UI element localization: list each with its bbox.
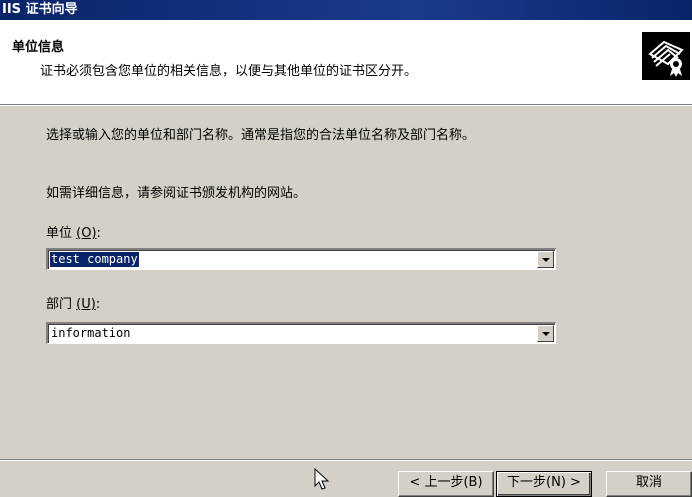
organization-value: test company [50, 252, 139, 267]
window-title: IIS 证书向导 [2, 2, 78, 17]
title-bar[interactable]: IIS 证书向导 [0, 0, 692, 20]
mouse-cursor-icon [314, 468, 330, 490]
department-label-text: 部门 [46, 297, 73, 312]
instruction-text: 选择或输入您的单位和部门名称。通常是指您的合法单位名称及部门名称。 [46, 128, 476, 143]
department-value: information [51, 326, 131, 340]
department-combobox[interactable]: information [46, 322, 556, 344]
cancel-button[interactable]: 取消 [606, 471, 692, 497]
department-dropdown-button[interactable] [537, 325, 554, 342]
header-separator [0, 105, 692, 106]
organization-combobox[interactable]: test company [46, 248, 556, 270]
footer-divider [0, 459, 692, 461]
next-button[interactable]: 下一步(N) > [496, 471, 592, 497]
back-button[interactable]: < 上一步(B) [398, 471, 494, 497]
certificate-icon [642, 32, 690, 80]
department-label-accel: (U) [76, 297, 96, 312]
page-description: 证书必须包含您单位的相关信息，以便与其他单位的证书区分开。 [40, 64, 418, 79]
department-label-colon: : [95, 297, 101, 312]
help-text: 如需详细信息，请参阅证书颁发机构的网站。 [46, 186, 307, 201]
organization-label-text: 单位 [46, 226, 73, 241]
organization-label: 单位 (O): [46, 222, 101, 241]
page-title: 单位信息 [12, 40, 65, 55]
department-label: 部门 (U): [46, 293, 100, 312]
wizard-header: 单位信息 证书必须包含您单位的相关信息，以便与其他单位的证书区分开。 [0, 20, 692, 105]
organization-dropdown-button[interactable] [537, 251, 554, 268]
organization-label-colon: : [96, 226, 101, 241]
organization-label-accel: (O) [76, 226, 97, 241]
